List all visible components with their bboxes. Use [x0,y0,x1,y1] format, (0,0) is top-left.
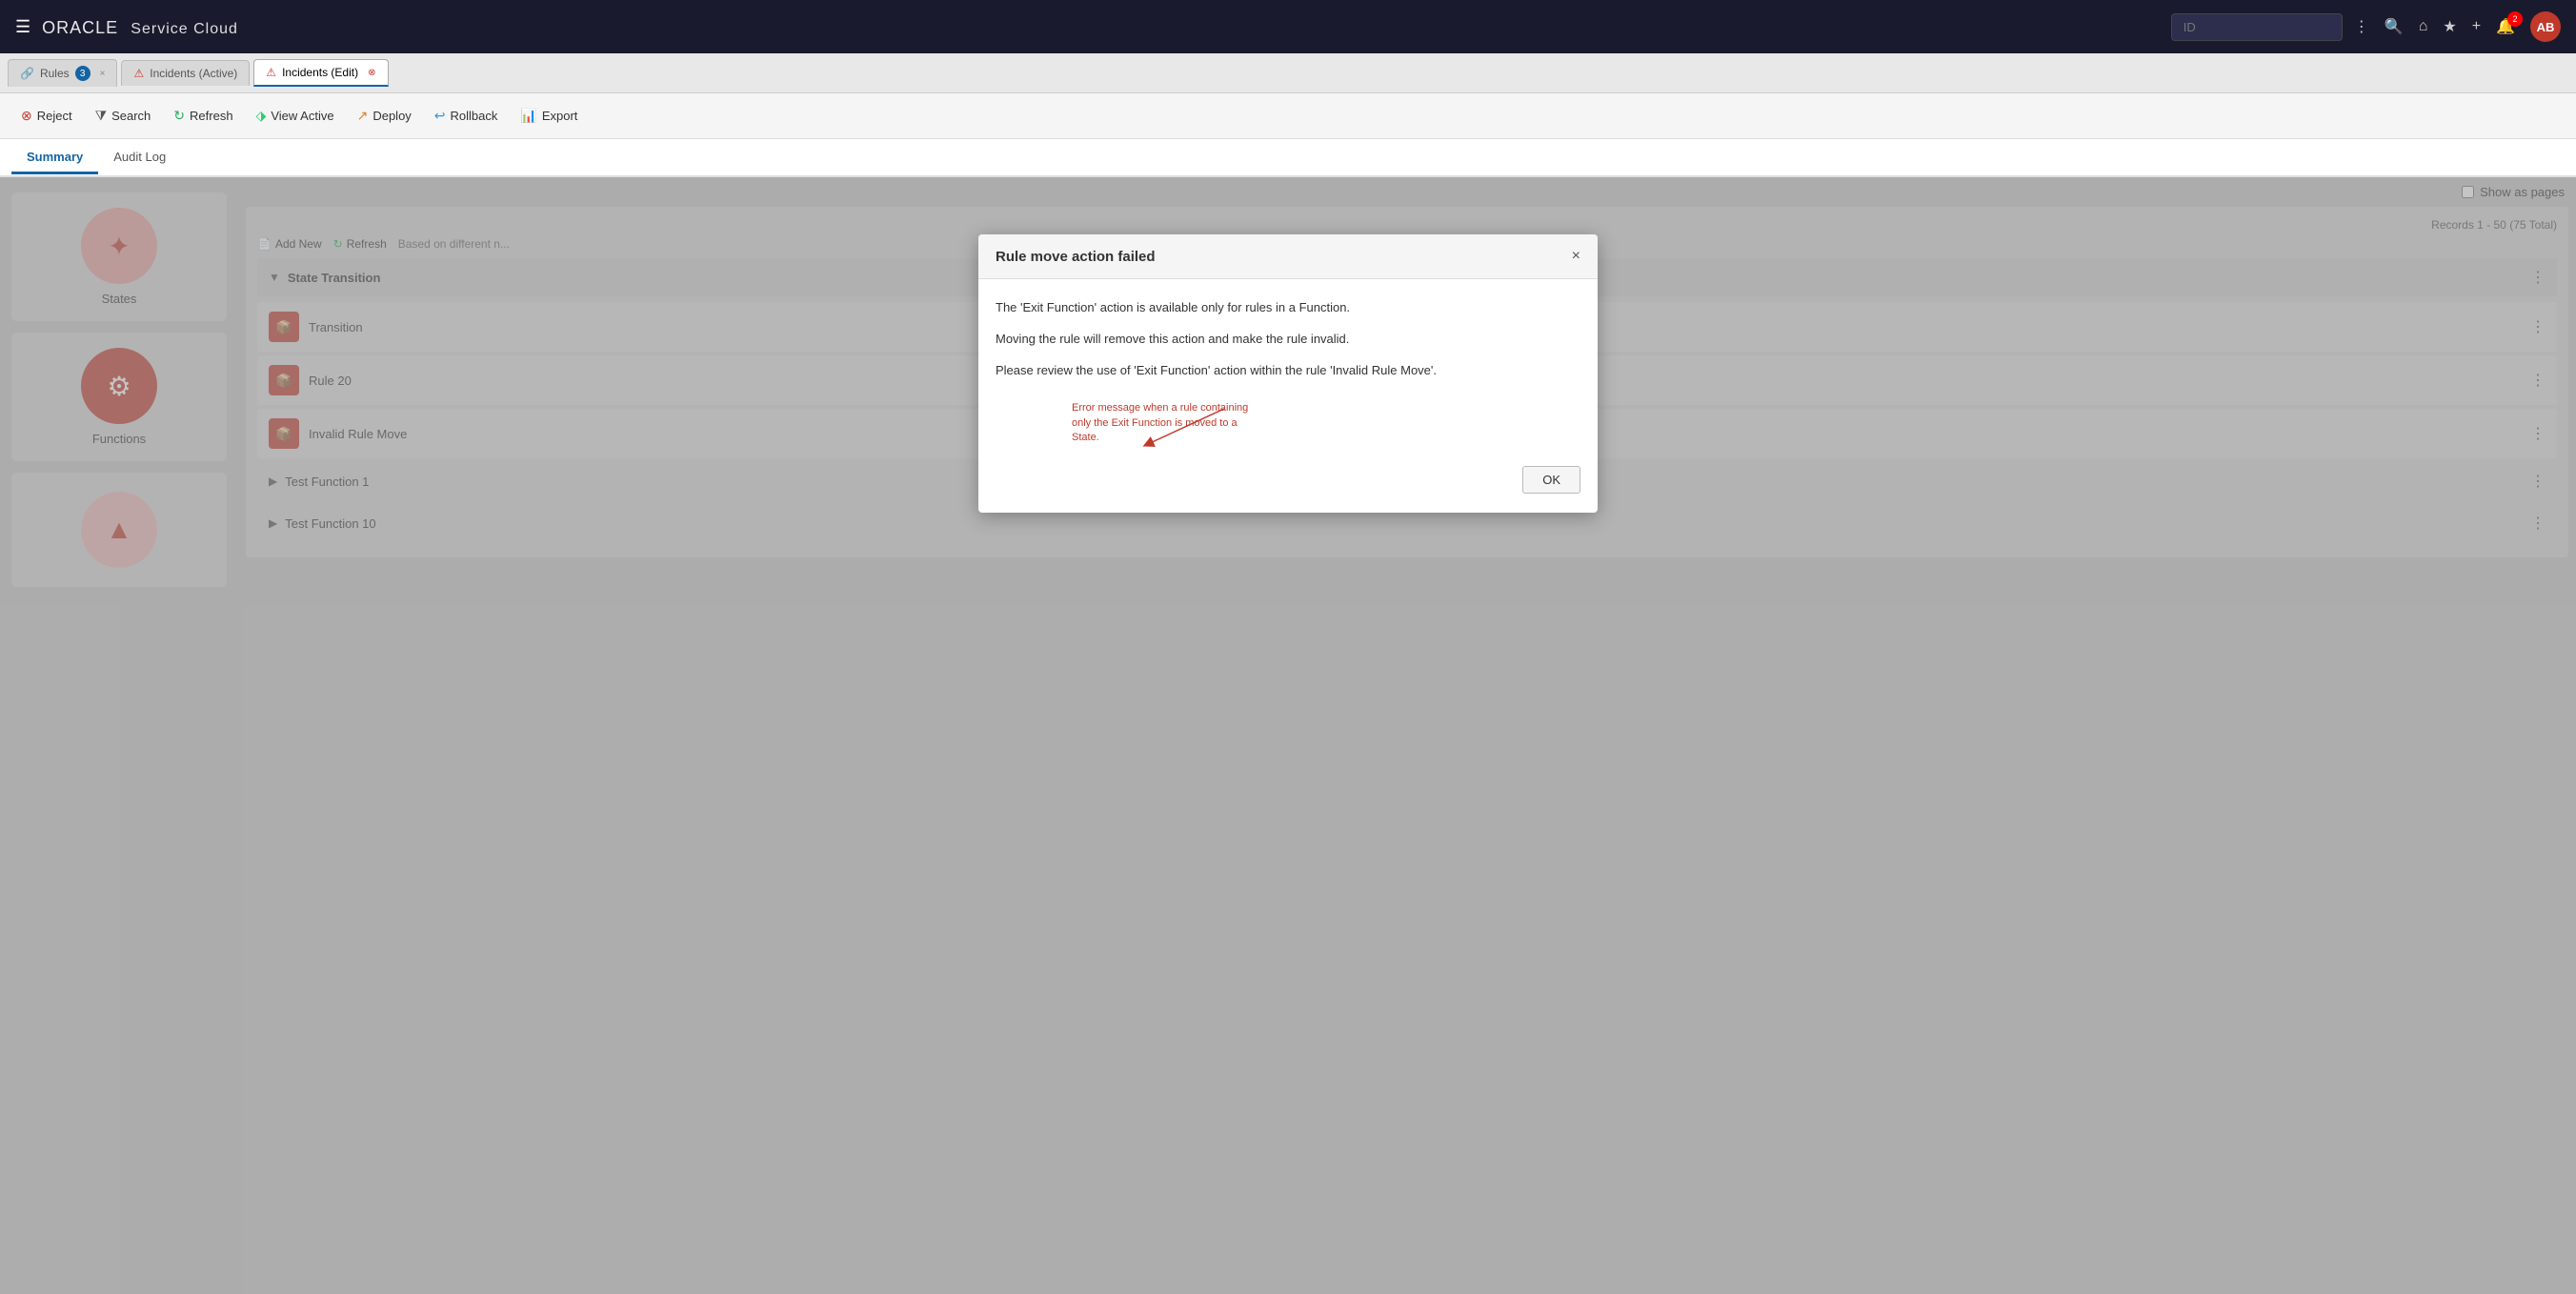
search-label: Search [111,109,151,123]
rules-tab-badge: 3 [75,66,91,81]
id-search-input[interactable] [2171,13,2343,41]
tab-incidents-active-label: Incidents (Active) [150,67,237,80]
home-icon[interactable]: ⌂ [2419,18,2428,35]
refresh-icon: ↻ [173,108,185,124]
top-nav: ☰ ORACLE Service Cloud ⋮ 🔍 ⌂ ★ + 🔔 2 AB [0,0,2576,53]
main-content: ✦ States ⚙ Functions ▲ Show as pages [0,177,2576,1294]
export-icon: 📊 [520,108,536,124]
modal-overlay: Rule move action failed × The 'Exit Func… [0,177,2576,1294]
sub-tab-auditlog[interactable]: Audit Log [98,142,181,174]
rollback-icon: ↩ [434,108,446,124]
tab-incidents-edit-label: Incidents (Edit) [282,66,358,79]
modal-header: Rule move action failed × [978,234,1598,279]
reject-label: Reject [37,109,72,123]
hamburger-icon[interactable]: ☰ [15,17,30,37]
toolbar: ⊗ Reject ⧩ Search ↻ Refresh ⬗ View Activ… [0,93,2576,139]
incidents-active-tab-icon: ⚠ [133,67,144,80]
export-label: Export [542,109,578,123]
viewactive-icon: ⬗ [256,108,267,124]
modal-body-text1: The 'Exit Function' action is available … [996,298,1580,318]
modal-dialog: Rule move action failed × The 'Exit Func… [978,234,1598,513]
modal-title: Rule move action failed [996,249,1156,265]
modal-body-text2: Moving the rule will remove this action … [996,330,1580,350]
reject-icon: ⊗ [21,108,32,124]
rollback-label: Rollback [451,109,498,123]
refresh-button[interactable]: ↻ Refresh [164,103,242,129]
oracle-logo: ORACLE Service Cloud [42,14,238,39]
more-icon[interactable]: ⋮ [2354,17,2369,36]
annotation-container: Error message when a rule containing onl… [996,392,1580,458]
star-icon[interactable]: ★ [2443,17,2456,36]
export-button[interactable]: 📊 Export [511,103,587,129]
sub-tabs: Summary Audit Log [0,139,2576,177]
refresh-label: Refresh [190,109,233,123]
viewactive-label: View Active [271,109,333,123]
top-nav-icons: ⋮ 🔍 ⌂ ★ + 🔔 2 AB [2354,11,2561,42]
modal-body: The 'Exit Function' action is available … [978,279,1598,513]
bell-badge: 2 [2507,11,2523,27]
deploy-icon: ↗ [357,108,369,124]
modal-body-text3: Please review the use of 'Exit Function'… [996,361,1580,381]
incidents-edit-tab-icon: ⚠ [266,66,276,79]
search-icon[interactable]: 🔍 [2385,17,2404,36]
rules-tab-close[interactable]: × [100,69,106,79]
tab-rules-label: Rules [40,67,70,80]
sub-tab-summary[interactable]: Summary [11,142,98,174]
reject-button[interactable]: ⊗ Reject [11,103,82,129]
tab-bar: 🔗 Rules 3 × ⚠ Incidents (Active) ⚠ Incid… [0,53,2576,93]
bell-wrapper[interactable]: 🔔 2 [2496,17,2515,36]
viewactive-button[interactable]: ⬗ View Active [247,103,344,129]
rules-tab-icon: 🔗 [20,67,34,80]
modal-close-button[interactable]: × [1572,248,1580,265]
rollback-button[interactable]: ↩ Rollback [425,103,508,129]
search-filter-icon: ⧩ [95,108,108,124]
tab-incidents-edit[interactable]: ⚠ Incidents (Edit) ⊗ [253,59,388,87]
deploy-button[interactable]: ↗ Deploy [348,103,421,129]
avatar[interactable]: AB [2530,11,2561,42]
incidents-edit-tab-close[interactable]: ⊗ [368,68,375,78]
tab-rules[interactable]: 🔗 Rules 3 × [8,59,117,87]
tab-incidents-active[interactable]: ⚠ Incidents (Active) [121,60,250,86]
deploy-label: Deploy [372,109,411,123]
plus-icon[interactable]: + [2472,18,2481,35]
search-button[interactable]: ⧩ Search [86,103,161,129]
annotation-text: Error message when a rule containing onl… [1072,401,1262,445]
modal-ok-button[interactable]: OK [1522,466,1580,494]
